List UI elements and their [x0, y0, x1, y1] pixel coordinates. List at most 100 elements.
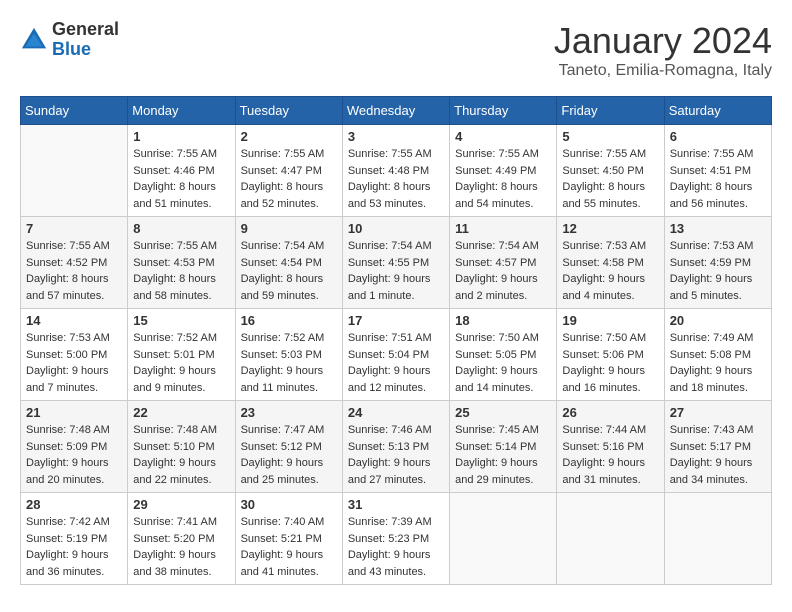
calendar-cell: 22 Sunrise: 7:48 AM Sunset: 5:10 PM Dayli…	[128, 401, 235, 493]
calendar-cell: 18Sunrise: 7:50 AM Sunset: 5:05 PM Dayli…	[450, 309, 557, 401]
calendar-cell: 28Sunrise: 7:42 AM Sunset: 5:19 PM Dayli…	[21, 493, 128, 585]
calendar-cell	[557, 493, 664, 585]
calendar-cell: 31 Sunrise: 7:39 AM Sunset: 5:23 PM Dayli…	[342, 493, 449, 585]
day-info: Sunrise: 7:53 AM Sunset: 5:00 PM Dayligh…	[26, 330, 122, 396]
logo-general-text: General	[52, 20, 119, 40]
day-number: 16	[241, 313, 337, 328]
day-number: 25	[455, 405, 551, 420]
column-header-monday: Monday	[128, 97, 235, 125]
day-number: 10	[348, 221, 444, 236]
week-row-1: 1 Sunrise: 7:55 AM Sunset: 4:46 PM Daylig…	[21, 125, 772, 217]
day-info: Sunrise: 7:43 AM Sunset: 5:17 PM Dayligh…	[670, 422, 766, 488]
header: General Blue January 2024 Taneto, Emilia…	[20, 20, 772, 80]
calendar-cell: 13 Sunrise: 7:53 AM Sunset: 4:59 PM Dayli…	[664, 217, 771, 309]
calendar-cell: 19 Sunrise: 7:50 AM Sunset: 5:06 PM Dayli…	[557, 309, 664, 401]
day-number: 20	[670, 313, 766, 328]
day-info: Sunrise: 7:41 AM Sunset: 5:20 PM Dayligh…	[133, 514, 229, 580]
calendar-cell: 17Sunrise: 7:51 AM Sunset: 5:04 PM Dayli…	[342, 309, 449, 401]
day-info: Sunrise: 7:48 AM Sunset: 5:10 PM Dayligh…	[133, 422, 229, 488]
calendar-cell: 11Sunrise: 7:54 AM Sunset: 4:57 PM Dayli…	[450, 217, 557, 309]
day-info: Sunrise: 7:55 AM Sunset: 4:48 PM Dayligh…	[348, 146, 444, 212]
calendar-cell: 21Sunrise: 7:48 AM Sunset: 5:09 PM Dayli…	[21, 401, 128, 493]
logo-text: General Blue	[52, 20, 119, 60]
day-number: 12	[562, 221, 658, 236]
column-header-thursday: Thursday	[450, 97, 557, 125]
calendar-cell: 12 Sunrise: 7:53 AM Sunset: 4:58 PM Dayli…	[557, 217, 664, 309]
day-info: Sunrise: 7:55 AM Sunset: 4:49 PM Dayligh…	[455, 146, 551, 212]
calendar-header-row: SundayMondayTuesdayWednesdayThursdayFrid…	[21, 97, 772, 125]
calendar-cell: 25Sunrise: 7:45 AM Sunset: 5:14 PM Dayli…	[450, 401, 557, 493]
day-number: 4	[455, 129, 551, 144]
day-number: 3	[348, 129, 444, 144]
week-row-3: 14 Sunrise: 7:53 AM Sunset: 5:00 PM Dayli…	[21, 309, 772, 401]
calendar-cell: 16Sunrise: 7:52 AM Sunset: 5:03 PM Dayli…	[235, 309, 342, 401]
day-info: Sunrise: 7:54 AM Sunset: 4:54 PM Dayligh…	[241, 238, 337, 304]
logo-icon	[20, 26, 48, 54]
day-number: 17	[348, 313, 444, 328]
calendar-cell: 15 Sunrise: 7:52 AM Sunset: 5:01 PM Dayli…	[128, 309, 235, 401]
day-number: 6	[670, 129, 766, 144]
calendar-cell: 1 Sunrise: 7:55 AM Sunset: 4:46 PM Daylig…	[128, 125, 235, 217]
day-number: 14	[26, 313, 122, 328]
calendar-cell: 3 Sunrise: 7:55 AM Sunset: 4:48 PM Daylig…	[342, 125, 449, 217]
day-info: Sunrise: 7:55 AM Sunset: 4:47 PM Dayligh…	[241, 146, 337, 212]
day-info: Sunrise: 7:54 AM Sunset: 4:55 PM Dayligh…	[348, 238, 444, 304]
column-header-sunday: Sunday	[21, 97, 128, 125]
day-number: 22	[133, 405, 229, 420]
calendar-cell: 5 Sunrise: 7:55 AM Sunset: 4:50 PM Daylig…	[557, 125, 664, 217]
day-info: Sunrise: 7:48 AM Sunset: 5:09 PM Dayligh…	[26, 422, 122, 488]
calendar-cell: 9 Sunrise: 7:54 AM Sunset: 4:54 PM Daylig…	[235, 217, 342, 309]
calendar-cell: 10 Sunrise: 7:54 AM Sunset: 4:55 PM Dayli…	[342, 217, 449, 309]
day-info: Sunrise: 7:49 AM Sunset: 5:08 PM Dayligh…	[670, 330, 766, 396]
day-number: 5	[562, 129, 658, 144]
title-area: January 2024 Taneto, Emilia-Romagna, Ita…	[554, 20, 772, 80]
calendar-cell: 2 Sunrise: 7:55 AM Sunset: 4:47 PM Daylig…	[235, 125, 342, 217]
day-info: Sunrise: 7:46 AM Sunset: 5:13 PM Dayligh…	[348, 422, 444, 488]
location-title: Taneto, Emilia-Romagna, Italy	[554, 62, 772, 80]
day-info: Sunrise: 7:50 AM Sunset: 5:05 PM Dayligh…	[455, 330, 551, 396]
day-info: Sunrise: 7:52 AM Sunset: 5:01 PM Dayligh…	[133, 330, 229, 396]
day-number: 2	[241, 129, 337, 144]
day-info: Sunrise: 7:44 AM Sunset: 5:16 PM Dayligh…	[562, 422, 658, 488]
day-info: Sunrise: 7:53 AM Sunset: 4:59 PM Dayligh…	[670, 238, 766, 304]
day-info: Sunrise: 7:42 AM Sunset: 5:19 PM Dayligh…	[26, 514, 122, 580]
calendar-cell: 23 Sunrise: 7:47 AM Sunset: 5:12 PM Dayli…	[235, 401, 342, 493]
day-info: Sunrise: 7:55 AM Sunset: 4:52 PM Dayligh…	[26, 238, 122, 304]
calendar-cell: 7 Sunrise: 7:55 AM Sunset: 4:52 PM Daylig…	[21, 217, 128, 309]
logo: General Blue	[20, 20, 119, 60]
calendar-cell: 8Sunrise: 7:55 AM Sunset: 4:53 PM Daylig…	[128, 217, 235, 309]
week-row-5: 28Sunrise: 7:42 AM Sunset: 5:19 PM Dayli…	[21, 493, 772, 585]
day-number: 11	[455, 221, 551, 236]
month-title: January 2024	[554, 20, 772, 62]
day-number: 13	[670, 221, 766, 236]
day-info: Sunrise: 7:47 AM Sunset: 5:12 PM Dayligh…	[241, 422, 337, 488]
day-number: 9	[241, 221, 337, 236]
week-row-2: 7 Sunrise: 7:55 AM Sunset: 4:52 PM Daylig…	[21, 217, 772, 309]
calendar: SundayMondayTuesdayWednesdayThursdayFrid…	[20, 96, 772, 585]
day-info: Sunrise: 7:55 AM Sunset: 4:50 PM Dayligh…	[562, 146, 658, 212]
column-header-wednesday: Wednesday	[342, 97, 449, 125]
day-info: Sunrise: 7:50 AM Sunset: 5:06 PM Dayligh…	[562, 330, 658, 396]
day-info: Sunrise: 7:55 AM Sunset: 4:46 PM Dayligh…	[133, 146, 229, 212]
week-row-4: 21Sunrise: 7:48 AM Sunset: 5:09 PM Dayli…	[21, 401, 772, 493]
day-number: 1	[133, 129, 229, 144]
day-info: Sunrise: 7:39 AM Sunset: 5:23 PM Dayligh…	[348, 514, 444, 580]
calendar-cell: 14 Sunrise: 7:53 AM Sunset: 5:00 PM Dayli…	[21, 309, 128, 401]
day-number: 31	[348, 497, 444, 512]
column-header-tuesday: Tuesday	[235, 97, 342, 125]
calendar-cell: 29Sunrise: 7:41 AM Sunset: 5:20 PM Dayli…	[128, 493, 235, 585]
logo-blue-text: Blue	[52, 40, 119, 60]
calendar-cell: 27Sunrise: 7:43 AM Sunset: 5:17 PM Dayli…	[664, 401, 771, 493]
day-info: Sunrise: 7:40 AM Sunset: 5:21 PM Dayligh…	[241, 514, 337, 580]
day-number: 7	[26, 221, 122, 236]
calendar-cell: 24 Sunrise: 7:46 AM Sunset: 5:13 PM Dayli…	[342, 401, 449, 493]
day-number: 8	[133, 221, 229, 236]
calendar-cell: 30Sunrise: 7:40 AM Sunset: 5:21 PM Dayli…	[235, 493, 342, 585]
day-number: 23	[241, 405, 337, 420]
day-number: 24	[348, 405, 444, 420]
calendar-cell: 4 Sunrise: 7:55 AM Sunset: 4:49 PM Daylig…	[450, 125, 557, 217]
day-info: Sunrise: 7:53 AM Sunset: 4:58 PM Dayligh…	[562, 238, 658, 304]
day-number: 15	[133, 313, 229, 328]
calendar-cell: 26Sunrise: 7:44 AM Sunset: 5:16 PM Dayli…	[557, 401, 664, 493]
day-number: 19	[562, 313, 658, 328]
